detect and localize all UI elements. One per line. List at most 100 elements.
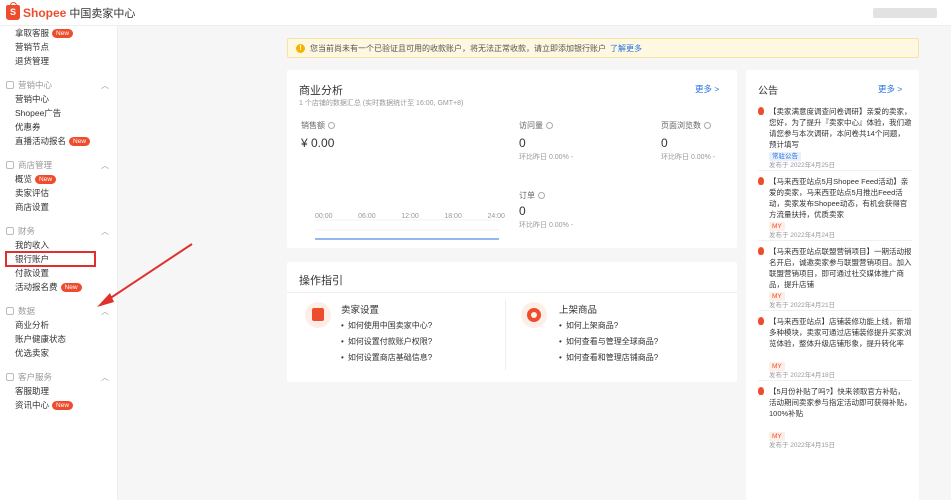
sidebar-section-title[interactable]: 数据 ︿: [0, 304, 117, 318]
region-tag: MY: [769, 222, 785, 231]
card-title: 商业分析: [299, 85, 343, 97]
business-analysis-card: 商业分析 1 个店铺的数据汇总 (实时数据统计至 16:00, GMT+8) 更…: [287, 70, 737, 248]
sidebar-item-label: 我的收入: [15, 240, 50, 250]
sidebar-item-label: 卖家评估: [15, 188, 50, 198]
sidebar-item[interactable]: 资讯中心 New: [0, 398, 117, 412]
announcement-item[interactable]: 【卖家满意度调查问卷调研】亲爱的卖家，您好，为了提升『卖家中心』体验，我们邀请您…: [758, 106, 912, 171]
sidebar-item[interactable]: 拿取客服 New: [0, 26, 117, 40]
sidebar-item[interactable]: 付款设置: [0, 266, 117, 280]
column-divider: [505, 300, 506, 370]
guide-heading-products: 上架商品: [559, 305, 598, 316]
chevron-up-icon[interactable]: ︿: [101, 306, 109, 317]
guide-link[interactable]: 如何查看和管理店铺商品?: [559, 352, 658, 363]
announcements-more-link[interactable]: 更多 >: [878, 83, 902, 95]
sidebar-item-label: 营销中心: [15, 94, 50, 104]
announcement-item[interactable]: 【5月份补贴了吗?】快来领取官方补贴，活动期间卖家参与指定活动即可获得补贴，10…: [758, 386, 912, 451]
sidebar-item[interactable]: 卖家评估: [0, 186, 117, 200]
account-menu[interactable]: [873, 8, 937, 18]
sidebar-item-label: 客服助理: [15, 386, 50, 396]
metric-compare-orders: 环比昨日 0.00% -: [519, 222, 574, 229]
chevron-up-icon[interactable]: ︿: [101, 80, 109, 91]
sidebar-item-label: 营销节点: [15, 42, 50, 52]
sidebar-item-label: Shopee广告: [15, 108, 62, 118]
sidebar: 拿取客服 New 营销节点退货管理营销中心 ︿ 营销中心 Shopee广告 优惠券直播活动报…: [0, 26, 118, 500]
announcement-item[interactable]: 【马来西亚站点5月Shopee Feed活动】亲爱的卖家，马来西亚站点5月推出F…: [758, 176, 912, 241]
announcement-item[interactable]: 【马来西亚站点】店铺装修功能上线，新增多种模块，卖家可通过店铺装修提升买家浏览体…: [758, 316, 912, 381]
divider: [287, 292, 737, 293]
sidebar-item[interactable]: 商店设置: [0, 200, 117, 214]
sidebar-item[interactable]: 商业分析: [0, 318, 117, 332]
shop-bag-icon: [305, 302, 331, 328]
fire-icon: [758, 247, 764, 255]
chevron-up-icon[interactable]: ︿: [101, 372, 109, 383]
metric-label-sales: 销售额: [301, 120, 335, 131]
sidebar-item[interactable]: 客服助理: [0, 384, 117, 398]
sidebar-item-label: 商业分析: [15, 320, 50, 330]
new-badge: New: [60, 283, 82, 293]
guide-heading-seller: 卖家设置: [341, 305, 380, 316]
metric-label-visits: 访问量: [519, 120, 553, 131]
announcement-text: 【马来西亚站点】店铺装修功能上线，新增多种模块，卖家可通过店铺装修提升买家浏览体…: [769, 317, 912, 348]
guide-link[interactable]: 如何设置付款账户权限?: [341, 336, 432, 347]
bank-account-notice: ! 您当前尚未有一个已验证且可用的收款账户，将无法正常收款，请立即添加银行账户 …: [287, 38, 919, 58]
shopee-logo-icon[interactable]: S: [6, 2, 20, 20]
sidebar-section-title[interactable]: 客户服务 ︿: [0, 370, 117, 384]
sidebar-item[interactable]: 营销中心: [0, 92, 117, 106]
metric-value-visits: 0: [519, 136, 526, 150]
sidebar-item-bank-account[interactable]: 银行账户: [5, 251, 96, 267]
brand-subtitle: 中国卖家中心: [69, 7, 136, 20]
sidebar-item[interactable]: 优选卖家: [0, 346, 117, 360]
sidebar-item-label: 资讯中心: [15, 400, 50, 410]
help-icon[interactable]: [538, 192, 545, 199]
brand-name[interactable]: Shopee: [23, 6, 66, 20]
region-tag: MY: [769, 362, 785, 371]
sidebar-item[interactable]: 退货管理: [0, 54, 117, 68]
divider: [758, 380, 912, 381]
sidebar-section-title[interactable]: 财务 ︿: [0, 224, 117, 238]
metric-label-orders: 订单: [519, 190, 545, 201]
metric-label-pageviews: 页面浏览数: [661, 120, 711, 131]
sidebar-item[interactable]: 优惠券: [0, 120, 117, 134]
sidebar-item-label: 商店设置: [15, 202, 50, 212]
sidebar-item[interactable]: 账户健康状态: [0, 332, 117, 346]
help-icon[interactable]: [704, 122, 711, 129]
guide-link[interactable]: 如何上架商品?: [559, 320, 618, 331]
section-label: 商店管理: [18, 160, 53, 170]
card-title: 公告: [758, 86, 778, 97]
fire-icon: [758, 177, 764, 185]
new-badge: New: [35, 175, 57, 185]
learn-more-link[interactable]: 了解更多: [610, 43, 642, 54]
sidebar-item[interactable]: Shopee广告: [0, 106, 117, 120]
sidebar-item[interactable]: 营销节点: [0, 40, 117, 54]
metric-value-orders: 0: [519, 204, 526, 218]
chevron-up-icon[interactable]: ︿: [101, 226, 109, 237]
sidebar-section-title[interactable]: 商店管理 ︿: [0, 158, 117, 172]
section-icon: [6, 161, 14, 169]
divider: [758, 240, 912, 241]
business-more-link[interactable]: 更多 >: [695, 83, 719, 95]
help-icon[interactable]: [546, 122, 553, 129]
announcement-text: 【马来西亚站点联盟营销项目】一期活动报名开启，诚邀卖家参与联盟营销项目。加入联盟…: [769, 247, 912, 289]
guide-link[interactable]: 如何使用中国卖家中心?: [341, 320, 432, 331]
sidebar-item[interactable]: 我的收入: [0, 238, 117, 252]
sidebar-section-title[interactable]: 营销中心 ︿: [0, 78, 117, 92]
sidebar-item-label: 退货管理: [15, 56, 50, 66]
sidebar-item[interactable]: 直播活动报名 New: [0, 134, 117, 148]
chart-x-tick: 06:00: [358, 213, 376, 220]
new-badge: New: [69, 137, 91, 147]
gear-icon: [521, 302, 547, 328]
sidebar-item[interactable]: 活动报名费 New: [0, 280, 117, 294]
help-icon[interactable]: [328, 122, 335, 129]
sidebar-item[interactable]: 概览 New: [0, 172, 117, 186]
announcement-item[interactable]: 【马来西亚站点联盟营销项目】一期活动报名开启，诚邀卖家参与联盟营销项目。加入联盟…: [758, 246, 912, 311]
sidebar-item-label: 优惠券: [15, 122, 41, 132]
guide-link[interactable]: 如何设置商店基础信息?: [341, 352, 432, 363]
fire-icon: [758, 387, 764, 395]
chart-x-tick: 24:00: [487, 213, 505, 220]
guide-link[interactable]: 如何查看与管理全球商品?: [559, 336, 658, 347]
new-badge: New: [52, 401, 74, 411]
new-badge: New: [52, 29, 74, 39]
chevron-up-icon[interactable]: ︿: [101, 160, 109, 171]
metric-compare-pageviews: 环比昨日 0.00% -: [661, 154, 716, 161]
sidebar-item-label: 活动报名费: [15, 282, 58, 292]
